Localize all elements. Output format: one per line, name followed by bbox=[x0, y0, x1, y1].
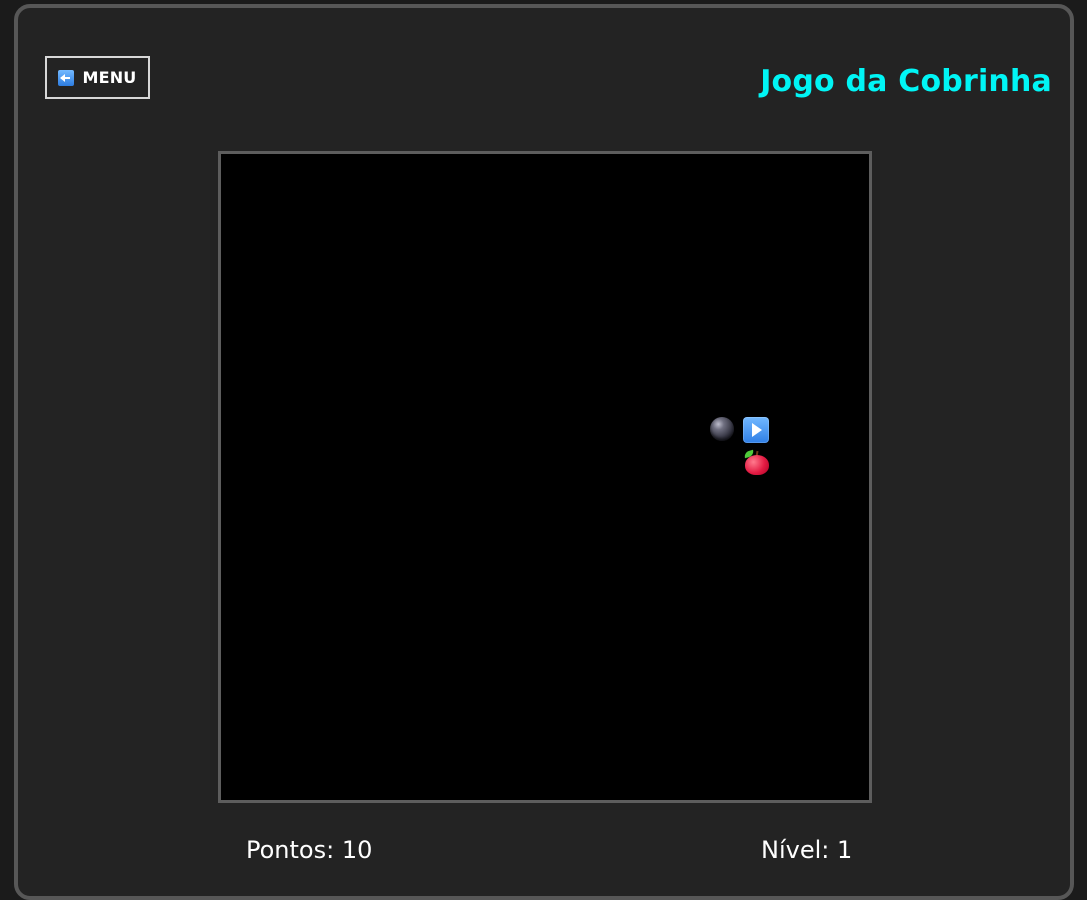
back-arrow-icon bbox=[58, 69, 75, 86]
apple-icon bbox=[743, 449, 771, 477]
menu-button[interactable]: MENU bbox=[45, 56, 150, 99]
snake-head bbox=[743, 417, 769, 443]
apple-body bbox=[745, 455, 769, 475]
game-board[interactable] bbox=[218, 151, 872, 803]
menu-button-label: MENU bbox=[82, 68, 137, 87]
snake-body-segment bbox=[710, 417, 734, 441]
game-frame: MENU Jogo da Cobrinha Pontos: 10 Nível: … bbox=[14, 4, 1074, 900]
level-label: Nível: 1 bbox=[761, 836, 853, 864]
score-label: Pontos: 10 bbox=[246, 836, 373, 864]
page-title: Jogo da Cobrinha bbox=[760, 64, 1052, 99]
